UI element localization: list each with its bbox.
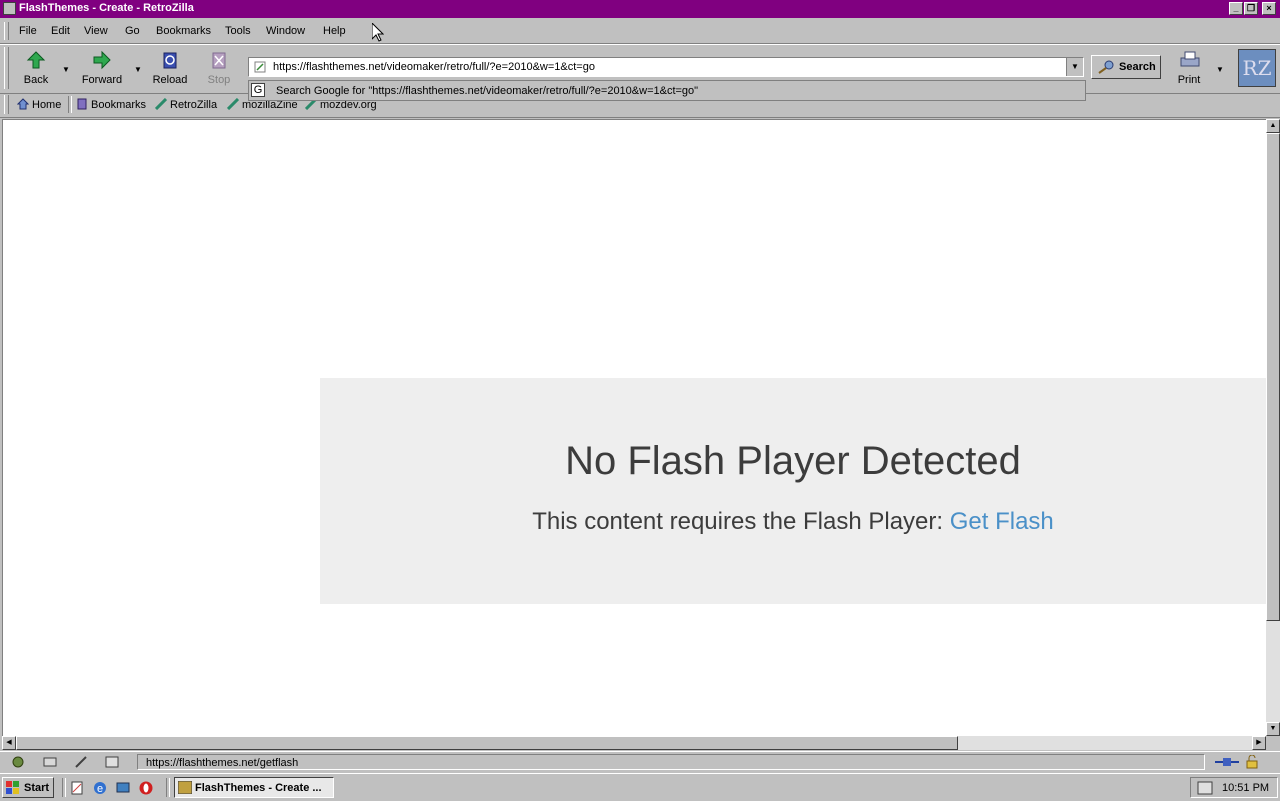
back-history-dropdown[interactable]: ▼ [62,65,70,74]
navbar-grip[interactable] [4,47,9,89]
separator [68,96,72,113]
menu-view[interactable]: View [84,25,108,37]
quicklaunch-desktop-icon[interactable] [115,780,131,796]
forward-arrow-icon [92,50,112,70]
address-book-icon[interactable] [104,755,120,769]
bookmarks-label: Bookmarks [91,99,147,111]
home-icon [17,98,29,110]
page-proxy-icon[interactable] [254,61,266,73]
restore-button[interactable]: ❐ [1244,2,1258,15]
quicklaunch-opera-icon[interactable] [138,780,154,796]
horizontal-scrollbar[interactable]: ◀ ▶ [2,736,1266,750]
vertical-scrollbar[interactable]: ▲ ▼ [1266,119,1280,736]
scroll-down-button[interactable]: ▼ [1266,722,1280,736]
window-title: FlashThemes - Create - RetroZilla [19,2,194,14]
taskbar-separator [166,778,170,797]
bookmark-leaf-icon [155,98,167,110]
retrozilla-logo[interactable]: RZ [1238,49,1276,87]
back-label: Back [23,74,49,86]
menu-window[interactable]: Window [266,25,305,37]
menu-file[interactable]: File [19,25,37,37]
bookmark-leaf-icon [227,98,239,110]
navigator-icon[interactable] [10,755,26,769]
flash-placeholder-box: No Flash Player Detected This content re… [320,378,1266,604]
reload-button[interactable]: Reload [150,48,190,86]
menu-go[interactable]: Go [125,25,140,37]
search-icon [1098,60,1114,74]
close-button[interactable]: × [1262,2,1276,15]
home-label: Home [32,99,62,111]
print-dropdown[interactable]: ▼ [1216,65,1224,74]
autocomplete-search-suggestion[interactable]: Search Google for "https://flashthemes.n… [276,85,698,97]
no-flash-heading: No Flash Player Detected [565,439,1021,483]
quicklaunch-notepad-icon[interactable] [69,780,85,796]
url-input[interactable]: https://flashthemes.net/videomaker/retro… [273,61,595,73]
scroll-right-button[interactable]: ▶ [1252,736,1266,750]
print-button[interactable]: Print [1172,48,1206,86]
menu-edit[interactable]: Edit [51,25,70,37]
menu-tools[interactable]: Tools [225,25,251,37]
start-label: Start [24,782,50,794]
taskbar: Start e FlashThemes - Create ... 10:51 P… [0,773,1280,801]
url-bar[interactable]: https://flashthemes.net/videomaker/retro… [248,57,1084,77]
reload-icon [160,50,180,70]
stop-button[interactable]: Stop [202,48,236,86]
status-text-panel: https://flashthemes.net/getflash [137,754,1205,770]
bookmarks-button[interactable]: Bookmarks [76,98,146,111]
print-label: Print [1177,74,1201,86]
personalbar-grip[interactable] [4,95,9,114]
security-lock-icon[interactable] [1244,755,1260,769]
vertical-scroll-thumb[interactable] [1266,133,1280,621]
windows-flag-icon [6,781,19,794]
forward-label: Forward [81,74,123,86]
taskbar-separator [62,778,66,797]
bookmarks-icon [77,98,87,110]
app-icon[interactable] [3,2,16,15]
flash-message-text: This content requires the Flash Player: [532,508,944,535]
stop-icon [209,50,229,70]
online-status-icon[interactable] [1214,755,1240,769]
taskbar-window-label: FlashThemes - Create ... [195,782,322,794]
reload-label: Reload [152,74,188,86]
menu-bookmarks[interactable]: Bookmarks [156,25,211,37]
home-button[interactable]: Home [17,98,61,111]
search-button[interactable]: Search [1091,55,1161,79]
status-text: https://flashthemes.net/getflash [146,757,299,769]
system-tray: 10:51 PM [1190,777,1278,798]
google-icon: G [251,83,265,97]
scheduler-icon[interactable] [1197,781,1213,795]
mouse-cursor-icon [372,23,384,42]
search-label: Search [1119,61,1156,73]
taskbar-window-button[interactable]: FlashThemes - Create ... [174,777,334,798]
url-history-dropdown[interactable]: ▼ [1066,58,1083,76]
flash-required-message: This content requires the Flash Player: … [320,508,1266,536]
menu-bar: File Edit View Go Bookmarks Tools Window… [0,19,1280,44]
mail-icon[interactable] [42,755,58,769]
page-content[interactable]: No Flash Player Detected This content re… [2,119,1266,736]
get-flash-link[interactable]: Get Flash [950,508,1054,535]
scroll-left-button[interactable]: ◀ [2,736,16,750]
scroll-up-button[interactable]: ▲ [1266,119,1280,133]
status-bar: https://flashthemes.net/getflash [0,751,1280,773]
printer-icon [1179,50,1200,70]
clock[interactable]: 10:51 PM [1222,782,1269,794]
retrozilla-window-icon [178,781,192,794]
back-button[interactable]: Back [18,48,54,86]
forward-button[interactable]: Forward [78,48,126,86]
minimize-button[interactable]: _ [1229,2,1243,15]
forward-history-dropdown[interactable]: ▼ [134,65,142,74]
quicklaunch-ie-icon[interactable]: e [92,780,108,796]
bookmark-retrozilla[interactable]: RetroZilla [155,98,217,111]
svg-text:e: e [97,783,103,795]
url-autocomplete-popup: G Search Google for "https://flashthemes… [248,80,1086,101]
stop-label: Stop [207,74,231,86]
menu-help[interactable]: Help [323,25,346,37]
start-button[interactable]: Start [2,777,54,798]
title-bar[interactable]: FlashThemes - Create - RetroZilla _ ❐ × [0,0,1280,18]
horizontal-scroll-thumb[interactable] [16,736,958,750]
composer-icon[interactable] [74,755,90,769]
menubar-grip[interactable] [4,22,9,40]
bookmark-retrozilla-label: RetroZilla [170,99,218,111]
back-arrow-icon [26,50,46,70]
